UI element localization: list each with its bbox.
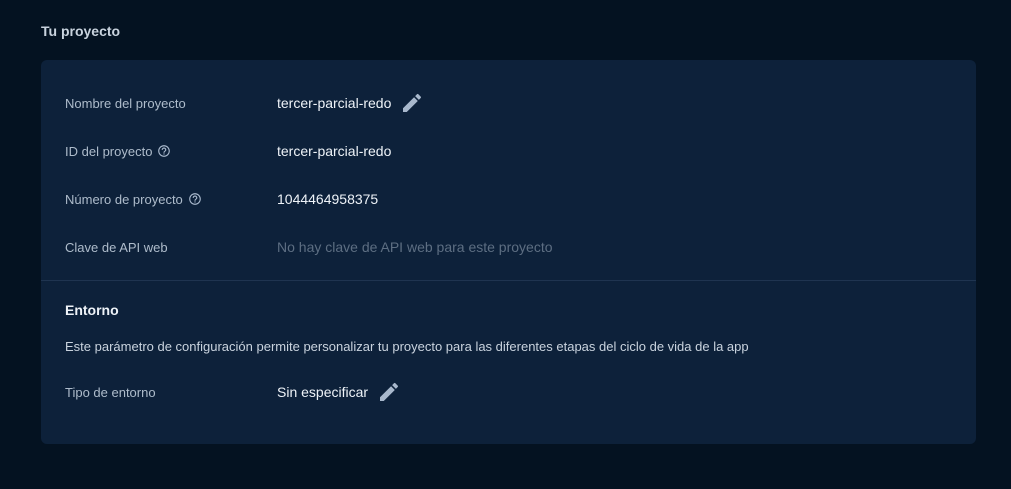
project-number-value: 1044464958375 (277, 191, 379, 207)
api-key-value: No hay clave de API web para este proyec… (277, 239, 553, 255)
environment-title: Entorno (65, 302, 119, 318)
environment-type-label: Tipo de entorno (65, 384, 156, 400)
project-number-help-icon[interactable] (188, 192, 202, 206)
api-key-label-wrap: Clave de API web (65, 240, 277, 255)
project-id-value: tercer-parcial-redo (277, 143, 392, 159)
project-id-value-wrap: tercer-parcial-redo (277, 143, 391, 159)
project-number-label-wrap: Número de proyecto (65, 192, 277, 207)
project-number-value-wrap: 1044464958375 (277, 191, 378, 207)
edit-environment-type-pencil-icon[interactable] (377, 380, 401, 404)
project-settings-page: Tu proyecto Nombre del proyecto tercer-p… (0, 0, 1011, 489)
project-id-label-wrap: ID del proyecto (65, 144, 277, 159)
section-divider (41, 280, 976, 281)
project-name-value-wrap: tercer-parcial-redo (277, 91, 424, 115)
project-id-row: ID del proyecto tercer-parcial-redo (65, 139, 945, 163)
project-id-label: ID del proyecto (65, 143, 153, 159)
edit-project-name-pencil-icon[interactable] (400, 91, 424, 115)
project-number-label: Número de proyecto (65, 191, 183, 207)
api-key-value-wrap: No hay clave de API web para este proyec… (277, 239, 553, 255)
environment-type-label-wrap: Tipo de entorno (65, 385, 277, 400)
environment-description: Este parámetro de configuración permite … (65, 339, 749, 354)
project-id-help-icon[interactable] (157, 144, 171, 158)
project-number-row: Número de proyecto 1044464958375 (65, 187, 945, 211)
project-card: Nombre del proyecto tercer-parcial-redo … (41, 60, 976, 444)
api-key-label: Clave de API web (65, 239, 168, 255)
environment-type-value-wrap: Sin especificar (277, 380, 401, 404)
api-key-row: Clave de API web No hay clave de API web… (65, 235, 945, 259)
project-name-row: Nombre del proyecto tercer-parcial-redo (65, 91, 945, 115)
section-title: Tu proyecto (41, 23, 121, 39)
project-name-value: tercer-parcial-redo (277, 95, 392, 111)
environment-type-row: Tipo de entorno Sin especificar (65, 380, 945, 404)
environment-type-value: Sin especificar (277, 384, 369, 400)
project-name-label-wrap: Nombre del proyecto (65, 96, 277, 111)
project-name-label: Nombre del proyecto (65, 95, 186, 111)
